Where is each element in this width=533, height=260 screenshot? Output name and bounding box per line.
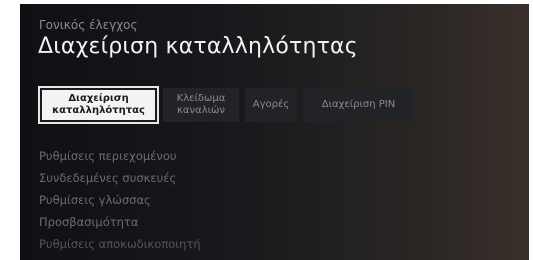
settings-menu: Ρυθμίσεις περιεχομένου Συνδεδεμένες συσκ… xyxy=(39,145,201,255)
tv-screen: Γονικός έλεγχος Διαχείριση καταλληλότητα… xyxy=(20,4,529,260)
page-title: Διαχείριση καταλληλότητας xyxy=(38,34,358,59)
tab-pin-management[interactable]: Διαχείριση PIN xyxy=(303,88,414,122)
tab-bar: Διαχείριση καταλληλότητας Κλείδωμα καναλ… xyxy=(38,86,414,124)
tab-rating-management[interactable]: Διαχείριση καταλληλότητας xyxy=(38,86,159,124)
menu-item-content-settings[interactable]: Ρυθμίσεις περιεχομένου xyxy=(39,145,201,167)
tab-channel-lock[interactable]: Κλείδωμα καναλιών xyxy=(163,88,239,122)
tab-purchases[interactable]: Αγορές xyxy=(245,88,297,122)
menu-item-accessibility[interactable]: Προσβασιμότητα xyxy=(39,211,201,233)
menu-item-connected-devices[interactable]: Συνδεδεμένες συσκευές xyxy=(39,167,201,189)
menu-item-language-settings[interactable]: Ρυθμίσεις γλώσσας xyxy=(39,189,201,211)
menu-item-decoder-settings[interactable]: Ρυθμίσεις αποκωδικοποιητή xyxy=(39,233,201,255)
breadcrumb: Γονικός έλεγχος xyxy=(39,18,138,32)
